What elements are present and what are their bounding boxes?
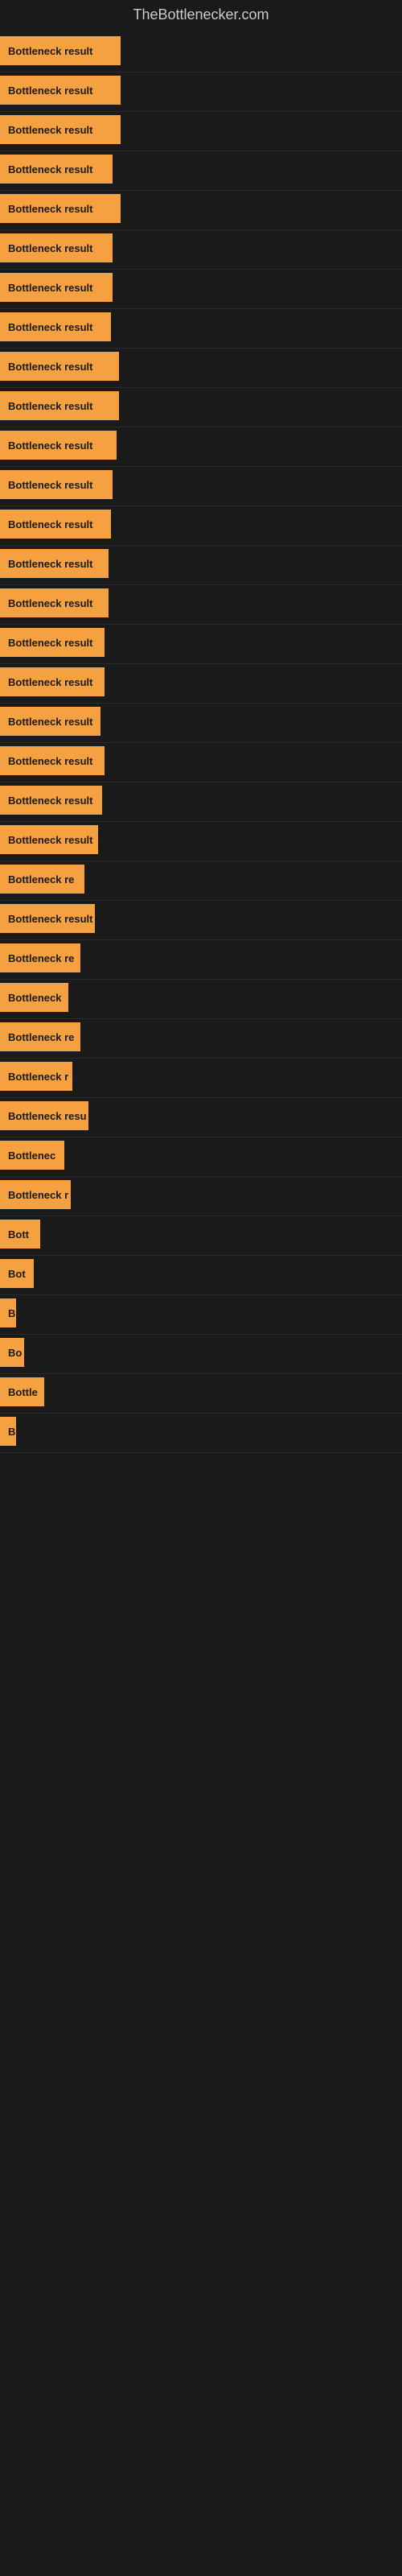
- bottleneck-row: Bo: [0, 1335, 402, 1370]
- bottleneck-row: Bottleneck result: [0, 467, 402, 502]
- bottleneck-row: Bottleneck result: [0, 782, 402, 818]
- site-title-container: TheBottlenecker.com: [0, 0, 402, 33]
- bottleneck-row: Bottleneck result: [0, 822, 402, 857]
- bottleneck-badge[interactable]: Bo: [0, 1338, 24, 1367]
- bottleneck-badge[interactable]: Bottleneck r: [0, 1062, 72, 1091]
- bottleneck-row: Bottleneck result: [0, 309, 402, 345]
- bottleneck-badge[interactable]: Bottleneck re: [0, 943, 80, 972]
- bottleneck-row: Bot: [0, 1256, 402, 1291]
- bottleneck-badge[interactable]: Bottleneck result: [0, 76, 121, 105]
- bottleneck-row: Bottleneck result: [0, 901, 402, 936]
- rows-container: Bottleneck result Bottleneck result Bottle…: [0, 33, 402, 1453]
- bottleneck-row: Bottleneck result: [0, 506, 402, 542]
- bottleneck-badge[interactable]: Bottleneck result: [0, 746, 105, 775]
- bottleneck-badge[interactable]: Bottleneck result: [0, 510, 111, 539]
- bottleneck-row: Bottleneck: [0, 980, 402, 1015]
- bottleneck-badge[interactable]: Bottleneck resu: [0, 1101, 88, 1130]
- bottleneck-badge[interactable]: Bottleneck result: [0, 352, 119, 381]
- bottleneck-row: Bottleneck result: [0, 388, 402, 423]
- bottleneck-badge[interactable]: Bottleneck result: [0, 431, 117, 460]
- bottleneck-badge[interactable]: Bottlenec: [0, 1141, 64, 1170]
- bottleneck-row: Bottle: [0, 1374, 402, 1410]
- bottleneck-row: Bottleneck r: [0, 1059, 402, 1094]
- row-separator: [0, 1452, 402, 1453]
- bottleneck-row: Bottleneck result: [0, 664, 402, 700]
- bottleneck-row: Bottleneck result: [0, 230, 402, 266]
- bottleneck-row: Bottleneck result: [0, 625, 402, 660]
- bottleneck-row: B: [0, 1414, 402, 1449]
- bottleneck-row: Bottleneck result: [0, 191, 402, 226]
- bottleneck-badge[interactable]: Bottleneck result: [0, 391, 119, 420]
- bottleneck-row: Bottleneck result: [0, 270, 402, 305]
- bottleneck-badge[interactable]: Bottleneck result: [0, 233, 113, 262]
- bottleneck-badge[interactable]: Bott: [0, 1220, 40, 1249]
- bottleneck-badge[interactable]: Bottleneck result: [0, 825, 98, 854]
- bottleneck-row: Bottleneck result: [0, 33, 402, 68]
- bottleneck-badge[interactable]: Bottleneck result: [0, 549, 109, 578]
- bottleneck-row: Bottleneck result: [0, 349, 402, 384]
- bottleneck-badge[interactable]: Bottleneck result: [0, 588, 109, 617]
- bottleneck-badge[interactable]: Bottleneck result: [0, 667, 105, 696]
- bottleneck-row: Bottleneck re: [0, 940, 402, 976]
- bottleneck-badge[interactable]: Bottleneck: [0, 983, 68, 1012]
- bottleneck-badge[interactable]: B: [0, 1417, 16, 1446]
- bottleneck-badge[interactable]: Bottleneck result: [0, 628, 105, 657]
- bottleneck-badge[interactable]: Bottleneck result: [0, 786, 102, 815]
- bottleneck-row: Bottleneck re: [0, 1019, 402, 1055]
- bottleneck-row: Bottleneck result: [0, 427, 402, 463]
- bottleneck-badge[interactable]: Bottleneck re: [0, 865, 84, 894]
- bottleneck-badge[interactable]: Bottleneck result: [0, 904, 95, 933]
- bottleneck-badge[interactable]: B: [0, 1298, 16, 1327]
- bottleneck-badge[interactable]: Bot: [0, 1259, 34, 1288]
- bottleneck-badge[interactable]: Bottle: [0, 1377, 44, 1406]
- bottleneck-badge[interactable]: Bottleneck result: [0, 470, 113, 499]
- bottleneck-badge[interactable]: Bottleneck result: [0, 707, 100, 736]
- bottleneck-row: Bottleneck result: [0, 546, 402, 581]
- site-title: TheBottlenecker.com: [0, 0, 402, 33]
- bottleneck-row: Bottlenec: [0, 1137, 402, 1173]
- bottleneck-badge[interactable]: Bottleneck result: [0, 155, 113, 184]
- bottleneck-row: Bottleneck resu: [0, 1098, 402, 1133]
- bottleneck-row: Bottleneck result: [0, 151, 402, 187]
- bottleneck-row: Bottleneck result: [0, 112, 402, 147]
- bottleneck-row: Bottleneck result: [0, 743, 402, 778]
- bottleneck-badge[interactable]: Bottleneck result: [0, 36, 121, 65]
- bottleneck-badge[interactable]: Bottleneck r: [0, 1180, 71, 1209]
- bottleneck-badge[interactable]: Bottleneck result: [0, 194, 121, 223]
- bottleneck-badge[interactable]: Bottleneck re: [0, 1022, 80, 1051]
- bottleneck-badge[interactable]: Bottleneck result: [0, 312, 111, 341]
- bottleneck-row: Bottleneck result: [0, 585, 402, 621]
- bottleneck-row: Bottleneck result: [0, 704, 402, 739]
- bottleneck-badge[interactable]: Bottleneck result: [0, 115, 121, 144]
- bottleneck-row: Bottleneck result: [0, 72, 402, 108]
- bottleneck-row: Bottleneck r: [0, 1177, 402, 1212]
- bottleneck-badge[interactable]: Bottleneck result: [0, 273, 113, 302]
- bottleneck-row: Bottleneck re: [0, 861, 402, 897]
- bottleneck-row: Bott: [0, 1216, 402, 1252]
- bottleneck-row: B: [0, 1295, 402, 1331]
